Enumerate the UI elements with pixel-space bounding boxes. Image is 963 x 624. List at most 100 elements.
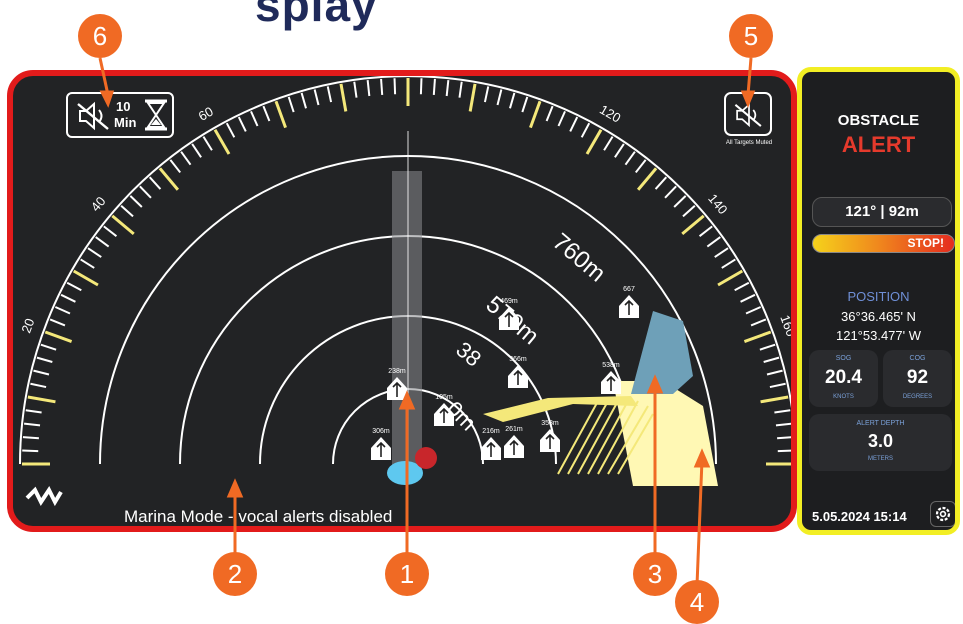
- compass-tick: [111, 214, 135, 236]
- logo-icon: [25, 486, 63, 507]
- compass-tick: [721, 258, 736, 269]
- gear-icon: [935, 506, 951, 522]
- target-distance-label: 216m: [482, 428, 500, 435]
- target-distance-label: 469m: [500, 298, 518, 305]
- compass-tick: [717, 269, 744, 287]
- compass-tick: [129, 195, 143, 208]
- compass-tick: [24, 422, 41, 427]
- compass-tick: [120, 204, 134, 218]
- alert-depth-card[interactable]: ALERT DEPTH 3.0 METERS: [809, 414, 952, 471]
- compass-tick: [262, 105, 271, 122]
- stop-label: STOP!: [907, 236, 944, 250]
- callout-6: 6: [78, 14, 122, 58]
- target-marker[interactable]: 216m: [481, 428, 501, 460]
- bearing-distance-card: 121° | 92m: [812, 197, 952, 227]
- alert-side-panel: OBSTACLE ALERT 121° | 92m STOP! POSITION…: [797, 67, 960, 535]
- compass-tick: [22, 449, 39, 453]
- compass-tick: [103, 225, 118, 237]
- compass-tick: [237, 116, 247, 132]
- compass-tick: [393, 78, 397, 95]
- settings-button[interactable]: [930, 501, 955, 527]
- compass-tick: [432, 78, 436, 95]
- sog-unit: KNOTS: [833, 394, 854, 400]
- compass-tick: [30, 382, 47, 389]
- target-marker[interactable]: 358m: [540, 420, 560, 452]
- compass-tick: [180, 151, 192, 166]
- radar-display-panel[interactable]: 20406080E100120140160S 760m 570m 38 0m: [7, 70, 797, 532]
- radar-svg[interactable]: 20406080E100120140160S 760m 570m 38 0m: [13, 76, 791, 526]
- compass-tick: [681, 214, 705, 236]
- bearing-distance-value: 121° | 92m: [845, 203, 919, 220]
- compass-tick: [777, 436, 791, 440]
- datetime: 5.05.2024 15:14: [812, 509, 907, 524]
- compass-tick: [326, 86, 333, 103]
- callout-4: 4: [675, 580, 719, 624]
- compass-tick: [353, 81, 358, 98]
- compass-tick: [366, 80, 371, 97]
- compass-tick: [496, 89, 503, 106]
- stop-proximity-bar: STOP!: [812, 234, 955, 253]
- target-marker[interactable]: 538m: [601, 362, 621, 394]
- mute-timer-button[interactable]: 10 Min: [66, 92, 174, 138]
- compass-tick: [509, 92, 516, 109]
- compass-tick: [95, 236, 110, 248]
- target-distance-label: 538m: [602, 362, 620, 369]
- compass-tick: [36, 356, 53, 363]
- target-distance-label: 306m: [372, 428, 390, 435]
- compass-tick: [682, 204, 696, 218]
- compass-tick: [139, 185, 152, 199]
- compass-tick: [673, 195, 687, 208]
- compass-tick: [734, 281, 750, 292]
- ring-label-760: 760m: [547, 228, 610, 287]
- longitude-value: 121°53.477' W: [835, 328, 921, 343]
- sog-label: SOG: [835, 355, 852, 362]
- compass-tick: [380, 78, 384, 95]
- compass-tick: [148, 176, 162, 190]
- compass-tick: [557, 110, 566, 127]
- target-marker[interactable]: 261m: [504, 426, 524, 458]
- compass-tick: [274, 100, 287, 129]
- compass-tick: [766, 369, 783, 376]
- callout-5: 5: [729, 14, 773, 58]
- compass-tick: [483, 86, 490, 103]
- compass-tick: [339, 83, 348, 112]
- obstacle-zone-blue: [631, 311, 693, 394]
- callout-1: 1: [385, 552, 429, 596]
- alert-target-marker[interactable]: [415, 447, 437, 469]
- compass-tick: [33, 369, 50, 376]
- compass-tick: [54, 306, 71, 315]
- compass-tick: [25, 409, 42, 414]
- compass-label-40: 40: [88, 194, 109, 215]
- compass-tick: [72, 269, 99, 287]
- compass-tick: [445, 80, 450, 97]
- compass-tick: [769, 382, 786, 389]
- compass-tick: [191, 143, 202, 158]
- compass-tick: [87, 247, 102, 258]
- compass-tick: [664, 185, 677, 199]
- compass-tick: [158, 167, 180, 191]
- compass-tick: [777, 449, 791, 453]
- target-marker[interactable]: 667: [619, 286, 639, 318]
- target-distance-label: 667: [623, 286, 635, 293]
- compass-tick: [614, 143, 625, 158]
- cog-card: COG 92 DEGREES: [883, 350, 952, 407]
- target-marker[interactable]: 306m: [371, 428, 391, 460]
- position-label: POSITION: [847, 289, 910, 304]
- compass-tick: [750, 318, 767, 327]
- compass-tick: [40, 343, 57, 351]
- compass-tick: [585, 128, 603, 155]
- alert-depth-label: ALERT DEPTH: [856, 420, 905, 427]
- compass-tick: [66, 281, 82, 292]
- compass-label-140: 140: [705, 191, 730, 217]
- cog-value: 92: [906, 367, 929, 388]
- compass-tick: [706, 236, 721, 248]
- compass-tick: [458, 81, 463, 98]
- target-distance-label: 366m: [509, 356, 527, 363]
- compass-tick: [313, 89, 320, 106]
- compass-tick: [27, 395, 56, 404]
- compass-tick: [654, 176, 668, 190]
- all-targets-muted-button[interactable]: [724, 92, 772, 136]
- compass-tick: [636, 167, 658, 191]
- target-distance-label: 105m: [435, 394, 453, 401]
- compass-label-120: 120: [597, 102, 623, 126]
